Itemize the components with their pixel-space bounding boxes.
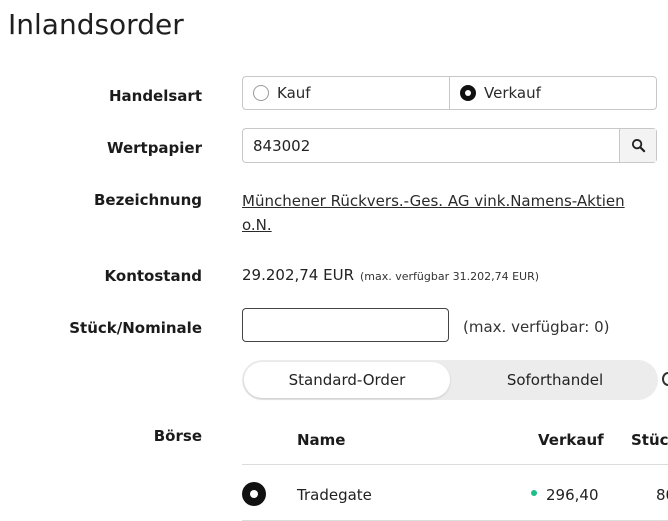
kontostand-hint: (max. verfügbar 31.202,74 EUR): [360, 270, 540, 283]
boerse-label: Börse: [153, 427, 202, 445]
ordertype-toggle: Standard-Order Soforthandel: [242, 360, 658, 400]
wertpapier-input[interactable]: [243, 129, 619, 162]
kauf-label: Kauf: [277, 84, 311, 102]
kontostand-value-group: 29.202,74 EUR (max. verfügbar 31.202,74 E…: [242, 266, 539, 284]
row-name: Tradegate: [297, 486, 372, 504]
stueck-label: Stück/Nominale: [69, 319, 202, 337]
handelsart-label: Handelsart: [108, 87, 202, 105]
info-icon[interactable]: [662, 372, 668, 386]
search-icon: [631, 138, 645, 153]
stueck-hint: (max. verfügbar: 0): [463, 318, 610, 336]
radio-checked-icon: [460, 85, 476, 101]
wertpapier-search-button[interactable]: [619, 129, 656, 162]
security-name-link[interactable]: Münchener Rückvers.-Ges. AG vink.Namens-…: [242, 189, 647, 237]
wertpapier-field: [242, 128, 657, 163]
radio-unchecked-icon: [253, 85, 269, 101]
row-stueck: 80: [656, 486, 668, 504]
stueck-input[interactable]: [242, 308, 449, 342]
ordertype-soforthandel-tab[interactable]: Soforthandel: [452, 360, 658, 400]
kontostand-label: Kontostand: [104, 267, 202, 285]
row-radio-checked-icon[interactable]: [242, 482, 266, 506]
wertpapier-label: Wertpapier: [106, 139, 202, 157]
bezeichnung-label: Bezeichnung: [94, 191, 202, 209]
verkauf-label: Verkauf: [484, 84, 541, 102]
handelsart-option-kauf[interactable]: Kauf: [243, 77, 449, 109]
table-header-stueck: Stück: [631, 431, 668, 449]
handelsart-selector: Kauf Verkauf: [242, 76, 657, 110]
handelsart-option-verkauf[interactable]: Verkauf: [449, 77, 656, 109]
status-dot-icon: [531, 490, 537, 496]
table-divider: [242, 464, 668, 465]
table-header-name: Name: [297, 431, 346, 449]
table-header-verkauf: Verkauf: [538, 431, 604, 449]
ordertype-standard-tab[interactable]: Standard-Order: [244, 362, 450, 398]
row-verkauf: 296,40: [546, 486, 599, 504]
kontostand-value: 29.202,74 EUR: [242, 266, 354, 284]
page-title: Inlandsorder: [8, 8, 184, 41]
